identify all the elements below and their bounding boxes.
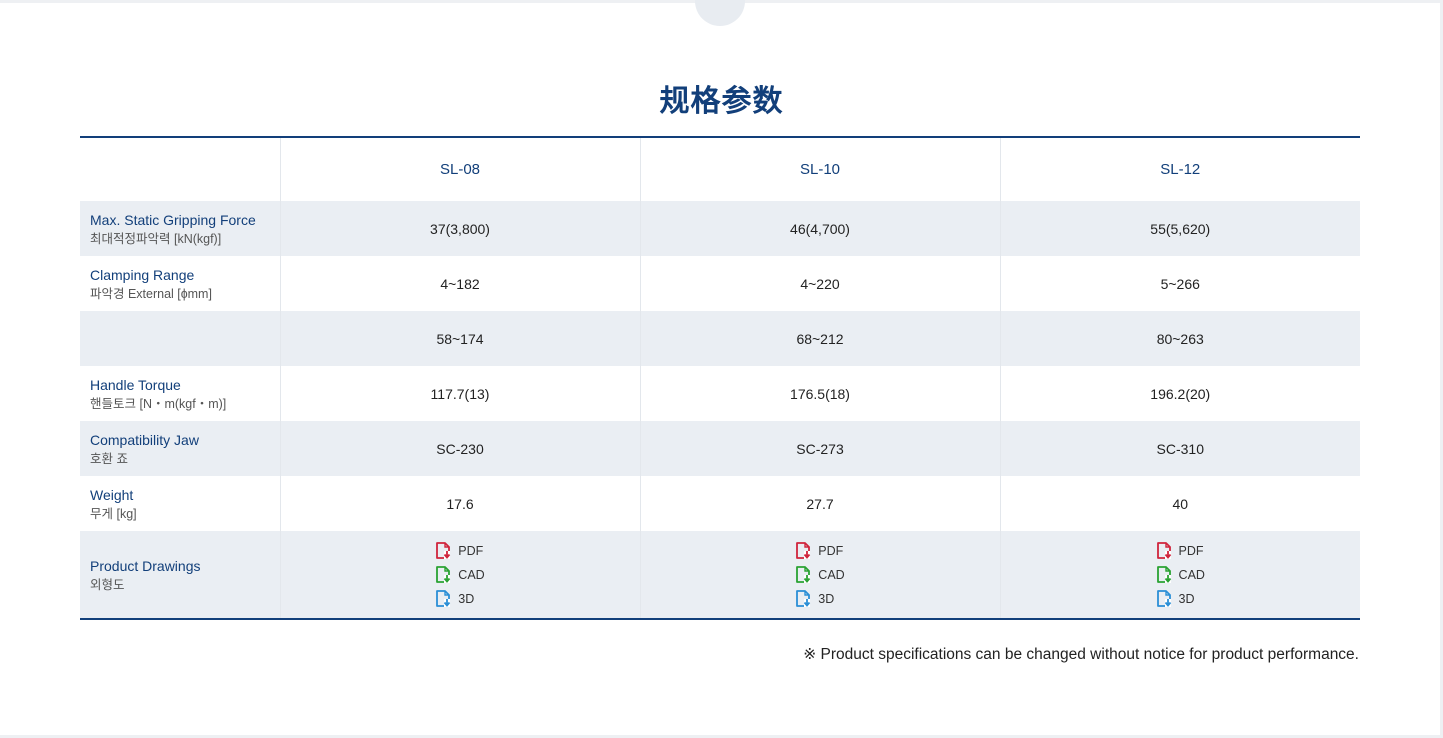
row-label: Handle Torque 핸들토크 [N・m(kgf・m)] <box>80 366 280 421</box>
pdf-file-icon <box>1156 542 1171 559</box>
3d-download-link[interactable]: 3D <box>1156 587 1205 611</box>
row-label-ko: 호환 죠 <box>90 451 128 466</box>
table-cell: 27.7 <box>639 476 1000 531</box>
file-label: CAD <box>818 567 845 582</box>
table-row: Clamping Range 파악경 External [ɸmm] 4~182 … <box>80 256 1360 311</box>
table-row: Compatibility Jaw 호환 죠 SC-230 SC-273 SC-… <box>80 421 1360 476</box>
table-cell: SC-310 <box>999 421 1360 476</box>
row-label-ko: 무게 [kg] <box>90 506 137 521</box>
drawings-cell: PDF CAD 3D <box>279 531 640 619</box>
table-cell: 46(4,700) <box>639 201 1000 256</box>
row-label-en: Handle Torque <box>90 376 181 393</box>
file-label: PDF <box>818 543 844 558</box>
row-label: Product Drawings 외형도 <box>80 531 280 619</box>
table-row: Max. Static Gripping Force 최대적정파악력 [kN(k… <box>80 201 1360 256</box>
table-row: Handle Torque 핸들토크 [N・m(kgf・m)] 117.7(13… <box>80 366 1360 421</box>
column-header: SL-08 <box>279 137 640 201</box>
table-row: Weight 무게 [kg] 17.6 27.7 40 <box>80 476 1360 531</box>
pdf-download-link[interactable]: PDF <box>795 539 844 563</box>
page-title: 规格参数 <box>659 84 784 119</box>
drawing-file-list: PDF CAD 3D <box>795 539 845 611</box>
drawing-file-list: PDF CAD 3D <box>1156 539 1205 611</box>
drawings-cell: PDF CAD 3D <box>639 531 1000 619</box>
3d-file-icon <box>796 590 811 607</box>
table-cell: 117.7(13) <box>279 366 640 421</box>
file-label: PDF <box>458 543 484 558</box>
drawings-row: Product Drawings 외형도 PDF CAD 3D PDF CAD 3D P… <box>80 531 1360 619</box>
table-cell: 196.2(20) <box>999 366 1360 421</box>
table-cell: 176.5(18) <box>639 366 1000 421</box>
drawing-file-list: PDF CAD 3D <box>435 539 485 611</box>
table-cell: 17.6 <box>279 476 640 531</box>
row-label-ko: 핸들토크 [N・m(kgf・m)] <box>90 396 227 411</box>
file-label: 3D <box>818 591 835 606</box>
cad-file-icon <box>1156 566 1171 583</box>
drawings-cell: PDF CAD 3D <box>999 531 1360 619</box>
row-label: Weight 무게 [kg] <box>80 476 280 531</box>
row-label-en: Weight <box>90 486 134 503</box>
table-cell: 4~182 <box>279 256 640 311</box>
column-header: SL-10 <box>639 137 1000 201</box>
table-header-row: SL-08 SL-10 SL-12 <box>80 137 1360 201</box>
table-row: 58~174 68~212 80~263 <box>80 311 1360 366</box>
row-label <box>80 311 280 366</box>
table-cell: 68~212 <box>639 311 1000 366</box>
row-label-en: Compatibility Jaw <box>90 431 199 448</box>
row-label-en: Clamping Range <box>90 266 195 283</box>
table-cell: 37(3,800) <box>279 201 640 256</box>
column-header: SL-12 <box>999 137 1360 201</box>
pdf-download-link[interactable]: PDF <box>1156 539 1205 563</box>
3d-download-link[interactable]: 3D <box>795 587 844 611</box>
table-cell: 80~263 <box>999 311 1360 366</box>
row-label: Compatibility Jaw 호환 죠 <box>80 421 280 476</box>
file-label: 3D <box>1178 591 1195 606</box>
3d-file-icon <box>1156 590 1171 607</box>
row-label-ko: 최대적정파악력 [kN(kgf)] <box>90 231 222 246</box>
3d-file-icon <box>436 590 451 607</box>
table-cell: 58~174 <box>279 311 640 366</box>
row-label-en: Max. Static Gripping Force <box>90 211 256 228</box>
table-cell: SC-230 <box>279 421 640 476</box>
pdf-file-icon <box>436 542 451 559</box>
table-cell: SC-273 <box>639 421 1000 476</box>
table-cell: 5~266 <box>999 256 1360 311</box>
row-label-ko: 파악경 External [ɸmm] <box>90 286 212 301</box>
row-label: Max. Static Gripping Force 최대적정파악력 [kN(k… <box>80 201 280 256</box>
cad-file-icon <box>436 566 451 583</box>
pdf-download-link[interactable]: PDF <box>435 539 484 563</box>
table-cell: 4~220 <box>639 256 1000 311</box>
cad-download-link[interactable]: CAD <box>795 563 845 587</box>
3d-download-link[interactable]: 3D <box>435 587 484 611</box>
spec-notice: ※ Product specifications can be changed … <box>803 646 1359 663</box>
file-label: PDF <box>1178 543 1204 558</box>
row-label-en: Product Drawings <box>90 557 201 574</box>
spec-table: SL-08 SL-10 SL-12 Max. Static Gripping F… <box>80 136 1360 620</box>
cad-download-link[interactable]: CAD <box>435 563 485 587</box>
file-label: CAD <box>458 567 485 582</box>
header-empty-cell <box>80 137 280 201</box>
cad-file-icon <box>796 566 811 583</box>
table-cell: 40 <box>999 476 1360 531</box>
pdf-file-icon <box>796 542 811 559</box>
table-cell: 55(5,620) <box>999 201 1360 256</box>
row-label-ko: 외형도 <box>90 577 125 592</box>
file-label: CAD <box>1178 567 1205 582</box>
row-label: Clamping Range 파악경 External [ɸmm] <box>80 256 280 311</box>
file-label: 3D <box>458 591 475 606</box>
cad-download-link[interactable]: CAD <box>1156 563 1205 587</box>
